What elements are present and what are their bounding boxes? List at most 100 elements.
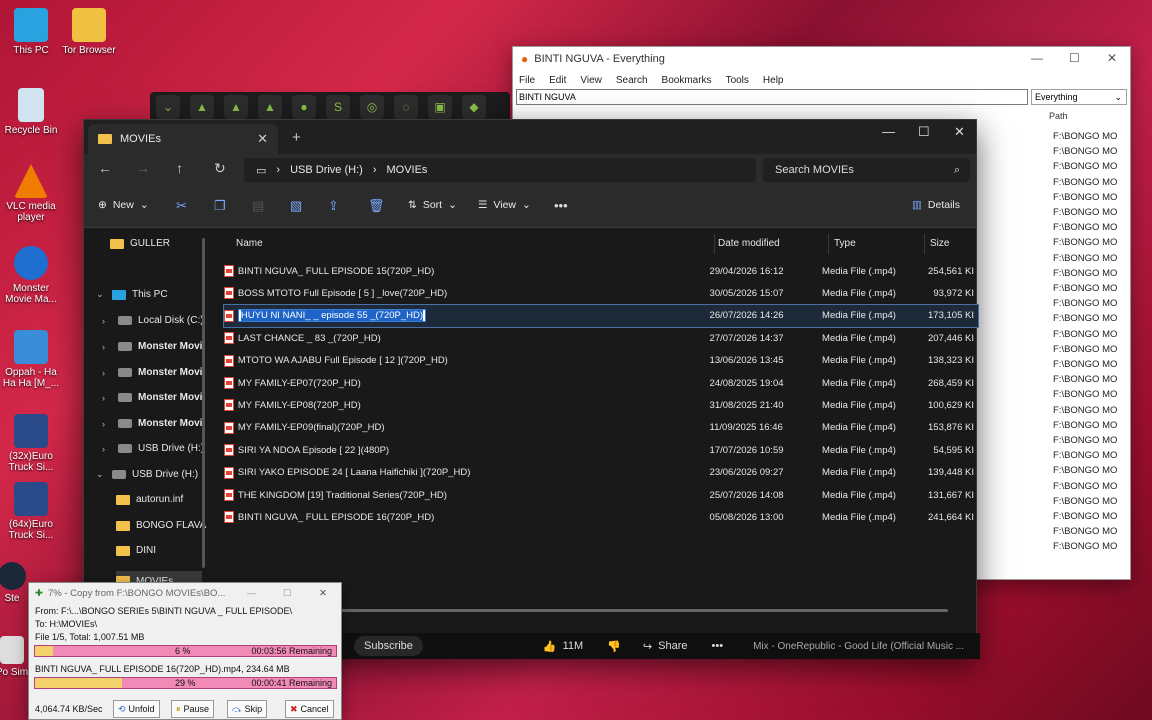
- menu-search[interactable]: Search: [616, 75, 648, 86]
- path-cell[interactable]: F:\BONGO MO: [1053, 342, 1131, 357]
- path-cell[interactable]: F:\BONGO MO: [1053, 479, 1131, 494]
- menu-bookmarks[interactable]: Bookmarks: [662, 75, 712, 86]
- unfold-button[interactable]: ⟲ Unfold: [113, 700, 160, 718]
- path-cell[interactable]: F:\BONGO MO: [1053, 448, 1131, 463]
- nav-item[interactable]: › Monster Movi: [102, 392, 202, 403]
- file-row[interactable]: BINTI NGUVA_ FULL EPISODE 15(720P_HD) 29/…: [224, 260, 978, 282]
- nav-item[interactable]: › Monster Movi: [102, 341, 202, 352]
- chevron-right-icon[interactable]: ›: [102, 368, 112, 378]
- nav-item[interactable]: ⌄ USB Drive (H:): [96, 469, 198, 480]
- rename-icon[interactable]: ▧: [290, 198, 302, 214]
- more-options-icon[interactable]: •••: [554, 198, 568, 213]
- explorer-search-input[interactable]: Search MOVIEs ⌕: [763, 158, 970, 182]
- nav-item[interactable]: › Local Disk (C:): [102, 315, 204, 326]
- path-cell[interactable]: F:\BONGO MO: [1053, 235, 1131, 250]
- menu-edit[interactable]: Edit: [549, 75, 566, 86]
- tab-movies[interactable]: MOVIEs ✕: [88, 124, 278, 154]
- path-cell[interactable]: F:\BONGO MO: [1053, 539, 1131, 554]
- chevron-down-icon[interactable]: ⌄: [156, 95, 180, 119]
- screen-icon[interactable]: ▣: [428, 95, 452, 119]
- maximize-icon[interactable]: ☐: [918, 124, 930, 140]
- sort-button[interactable]: ⇅ Sort ⌄: [408, 199, 457, 211]
- extension-icon[interactable]: ◆: [462, 95, 486, 119]
- share-icon[interactable]: ↪: [643, 640, 652, 653]
- close-icon[interactable]: ✕: [319, 588, 327, 599]
- drive-icon[interactable]: ▲: [190, 95, 214, 119]
- file-row[interactable]: LAST CHANCE _ 83 _(720P_HD) 27/07/2026 14…: [224, 327, 978, 349]
- pause-button[interactable]: ⏸ Pause: [171, 700, 215, 718]
- file-row[interactable]: MTOTO WA AJABU Full Episode [ 12 ](720P_…: [224, 350, 978, 372]
- thumbs-down-icon[interactable]: 👎: [607, 640, 621, 653]
- file-row[interactable]: MY FAMILY-EP07(720P_HD) 24/08/2025 19:04 M…: [224, 372, 978, 394]
- path-cell[interactable]: F:\BONGO MO: [1053, 266, 1131, 281]
- desktop-icon-euro-truck-64[interactable]: (64x)Euro Truck Si...: [0, 482, 62, 541]
- nav-item[interactable]: BONGO FLAVA: [116, 520, 206, 531]
- chevron-down-icon[interactable]: ⌄: [96, 289, 106, 300]
- path-cell[interactable]: F:\BONGO MO: [1053, 190, 1131, 205]
- chevron-right-icon[interactable]: ›: [102, 419, 112, 429]
- nav-item[interactable]: DINI: [116, 545, 156, 556]
- desktop-icon-vlc[interactable]: VLC media player: [0, 164, 62, 223]
- nav-item[interactable]: GULLER: [110, 238, 170, 249]
- minimize-icon[interactable]: —: [1031, 51, 1043, 65]
- address-bar[interactable]: ▭ › USB Drive (H:) › MOVIEs: [244, 158, 756, 182]
- chevron-right-icon[interactable]: ›: [102, 393, 112, 403]
- file-row[interactable]: MY FAMILY-EP08(720P_HD) 31/08/2025 21:40 M…: [224, 394, 978, 416]
- minimize-icon[interactable]: —: [247, 588, 257, 599]
- path-cell[interactable]: F:\BONGO MO: [1053, 281, 1131, 296]
- file-row[interactable]: SIRI YAKO EPISODE 24 [ Laana Haifichiki …: [224, 462, 978, 484]
- menu-tools[interactable]: Tools: [726, 75, 749, 86]
- path-cell[interactable]: F:\BONGO MO: [1053, 357, 1131, 372]
- path-cell[interactable]: F:\BONGO MO: [1053, 327, 1131, 342]
- close-tab-icon[interactable]: ✕: [257, 131, 268, 147]
- cancel-button[interactable]: ✖ Cancel: [285, 700, 334, 718]
- path-cell[interactable]: F:\BONGO MO: [1053, 251, 1131, 266]
- whatsapp-icon[interactable]: ◌: [394, 95, 418, 119]
- nav-item[interactable]: › USB Drive (H:): [102, 443, 204, 454]
- nav-item[interactable]: › Monster Movi: [102, 367, 202, 378]
- column-header-date[interactable]: Date modified: [718, 238, 780, 249]
- path-cell[interactable]: F:\BONGO MO: [1053, 403, 1131, 418]
- cut-icon[interactable]: ✂: [176, 198, 187, 214]
- menu-help[interactable]: Help: [763, 75, 784, 86]
- close-icon[interactable]: ✕: [1107, 51, 1117, 65]
- share-icon[interactable]: ⇪: [328, 198, 339, 214]
- path-cell[interactable]: F:\BONGO MO: [1053, 418, 1131, 433]
- path-cell[interactable]: F:\BONGO MO: [1053, 372, 1131, 387]
- path-cell[interactable]: F:\BONGO MO: [1053, 463, 1131, 478]
- desktop-icon-tor-browser[interactable]: Tor Browser: [58, 8, 120, 56]
- path-cell[interactable]: F:\BONGO MO: [1053, 159, 1131, 174]
- file-row[interactable]: SIRI YA NDOA Episode [ 22 ](480P) 17/07/2…: [224, 439, 978, 461]
- copy-icon[interactable]: ❐: [214, 198, 226, 214]
- delete-icon[interactable]: 🗑: [368, 198, 385, 214]
- column-divider[interactable]: [924, 234, 925, 254]
- details-button[interactable]: ▥ Details: [912, 199, 960, 211]
- path-cell[interactable]: F:\BONGO MO: [1053, 129, 1131, 144]
- back-arrow-icon[interactable]: ←: [98, 160, 112, 176]
- path-cell[interactable]: F:\BONGO MO: [1053, 220, 1131, 235]
- everything-search-input[interactable]: BINTI NGUVA: [516, 89, 1028, 105]
- globe-icon[interactable]: ◎: [360, 95, 384, 119]
- share-button[interactable]: Share: [658, 640, 687, 652]
- column-divider[interactable]: [828, 234, 829, 254]
- desktop-icon-monster-movie[interactable]: Monster Movie Ma...: [0, 246, 62, 305]
- file-row[interactable]: BINTI NGUVA_ FULL EPISODE 16(720P_HD) 05/…: [224, 506, 978, 528]
- everything-filter-select[interactable]: Everything ⌄: [1031, 89, 1127, 105]
- paste-icon[interactable]: ▤: [252, 198, 264, 214]
- column-header-size[interactable]: Size: [930, 238, 949, 249]
- more-options-icon[interactable]: •••: [712, 640, 724, 652]
- path-cell[interactable]: F:\BONGO MO: [1053, 311, 1131, 326]
- new-tab-icon[interactable]: +: [292, 129, 301, 146]
- minimize-icon[interactable]: —: [882, 124, 895, 139]
- nav-item[interactable]: autorun.inf: [116, 494, 183, 505]
- close-icon[interactable]: ✕: [954, 124, 965, 140]
- menu-file[interactable]: File: [519, 75, 535, 86]
- path-cell[interactable]: F:\BONGO MO: [1053, 433, 1131, 448]
- drive-icon[interactable]: ▲: [224, 95, 248, 119]
- forward-arrow-icon[interactable]: →: [136, 160, 150, 176]
- file-row[interactable]: HUYU NI NANI_ _ episode 55 _(720P_HD) 26/…: [223, 303, 979, 328]
- refresh-icon[interactable]: ↻: [214, 160, 226, 177]
- thumbs-up-icon[interactable]: 👍: [543, 640, 557, 653]
- skip-button[interactable]: ⤼ Skip: [227, 700, 268, 718]
- column-header-type[interactable]: Type: [834, 238, 856, 249]
